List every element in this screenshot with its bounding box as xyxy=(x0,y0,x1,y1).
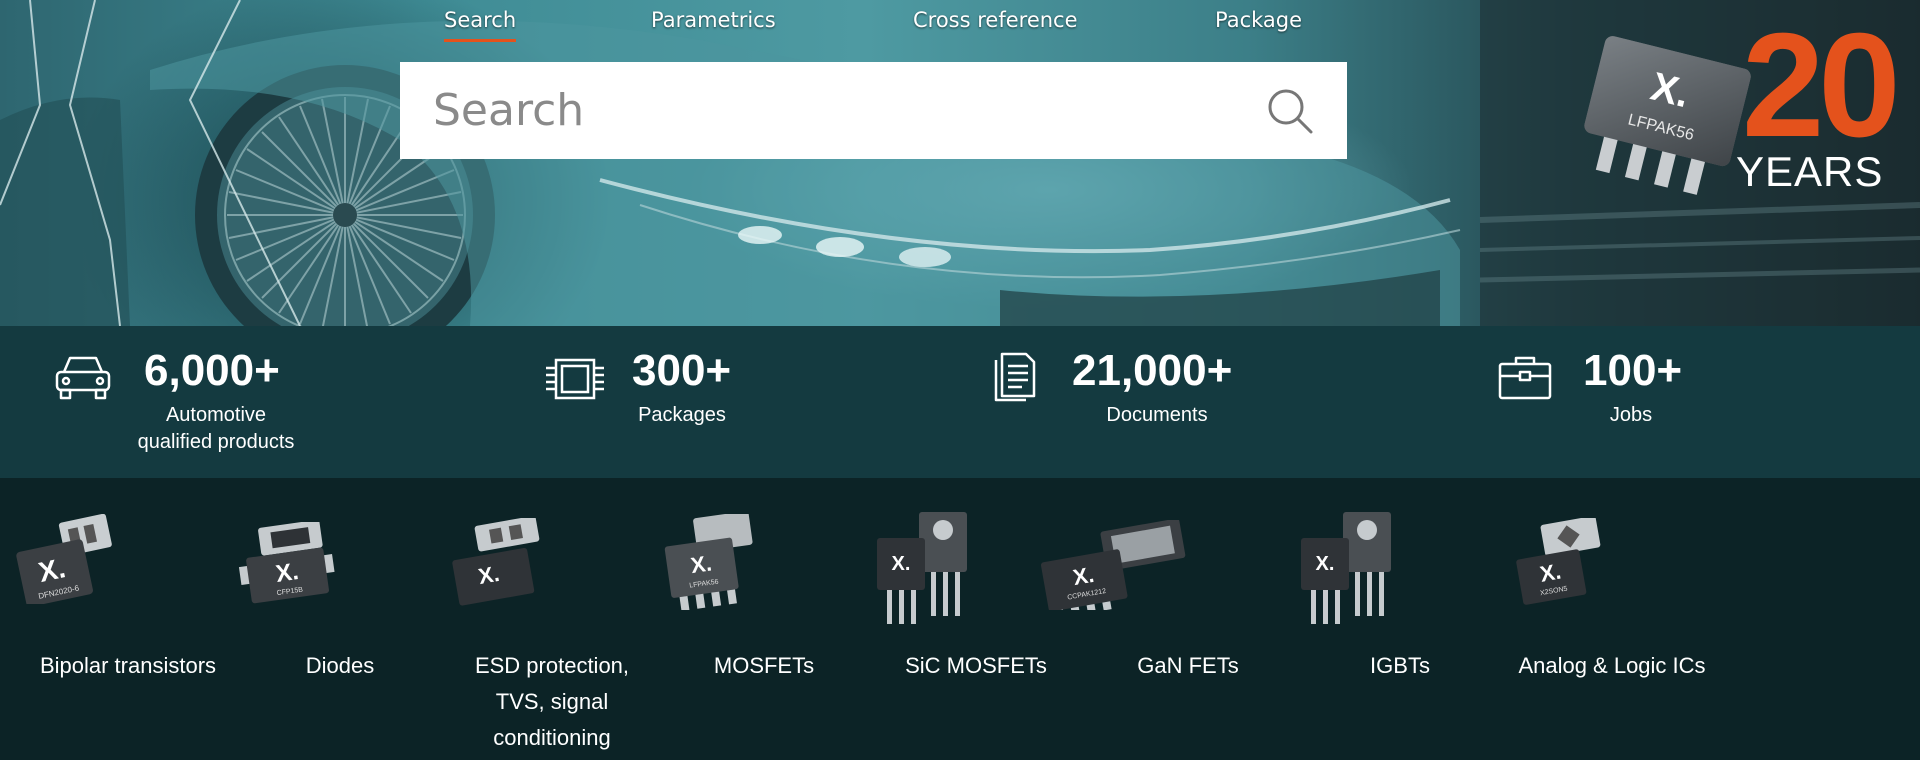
category-analog-logic-ics[interactable]: X. X2SON5 Analog & Logic ICs xyxy=(1512,478,1712,760)
category-label: Diodes xyxy=(230,648,450,684)
svg-text:X.: X. xyxy=(1071,562,1096,590)
stat-jobs-value: 100+ xyxy=(1583,346,1683,395)
category-label: IGBTs xyxy=(1290,648,1510,684)
category-label-line: Analog & Logic ICs xyxy=(1518,653,1706,678)
diode-chip-icon: X. CFP15B xyxy=(238,522,335,604)
x2son-chip-icon: X. X2SON5 xyxy=(1516,518,1601,605)
category-label-line: SiC MOSFETs xyxy=(905,653,1047,678)
svg-text:X.: X. xyxy=(476,561,501,589)
svg-text:X.: X. xyxy=(1538,559,1563,587)
dfn-chip-icon: X. DFN2020-6 xyxy=(16,514,112,604)
category-label-line: Diodes xyxy=(305,653,375,678)
category-bipolar-transistors[interactable]: X. DFN2020-6 Bipolar transistors xyxy=(16,478,228,760)
category-label: Analog & Logic ICs xyxy=(1502,648,1722,684)
hero-banner: Search Parametrics Cross reference Packa… xyxy=(0,0,1920,326)
documents-icon xyxy=(994,352,1036,402)
chip-package-icon xyxy=(546,358,604,400)
search-icon[interactable] xyxy=(1265,86,1315,136)
stat-documents-value: 21,000+ xyxy=(1072,346,1233,395)
to247-chip-icon: X. xyxy=(877,512,967,624)
category-diodes[interactable]: X. CFP15B Diodes xyxy=(238,478,440,760)
tab-search[interactable]: Search xyxy=(444,8,517,42)
badge-years: YEARS xyxy=(1736,148,1884,195)
stat-jobs-label-line1: Jobs xyxy=(1609,404,1653,426)
search-box xyxy=(400,62,1347,159)
category-esd-protection[interactable]: X. ESD protection, TVS, signal condition… xyxy=(452,478,652,760)
stat-packages-label: Packages xyxy=(562,402,802,429)
svg-text:X.: X. xyxy=(689,550,713,578)
stat-jobs-label: Jobs xyxy=(1511,402,1751,429)
svg-text:X.: X. xyxy=(274,558,300,588)
stat-packages-value: 300+ xyxy=(632,346,732,395)
category-label: Bipolar transistors xyxy=(18,648,238,684)
category-label: ESD protection, TVS, signal conditioning xyxy=(442,648,662,756)
category-mosfets[interactable]: X. LFPAK56 MOSFETs xyxy=(664,478,864,760)
stat-automotive-label-line2: qualified products xyxy=(137,431,295,453)
category-label-line: MOSFETs xyxy=(713,653,815,678)
stat-automotive-label-line1: Automotive xyxy=(165,404,267,426)
category-label: SiC MOSFETs xyxy=(866,648,1086,684)
category-label-line: IGBTs xyxy=(1370,653,1430,678)
esd-chip-icon: X. xyxy=(452,518,540,606)
stat-automotive-label: Automotive qualified products xyxy=(96,402,336,456)
igbt-chip-icon: X. xyxy=(1301,512,1391,624)
svg-text:X.: X. xyxy=(1316,553,1335,575)
category-label-line: TVS, signal xyxy=(495,689,609,714)
category-gan-fets[interactable]: X. CCPAK1212 GaN FETs xyxy=(1040,478,1288,760)
category-label: GaN FETs xyxy=(1078,648,1298,684)
stats-bar: 6,000+ Automotive qualified products 300… xyxy=(0,326,1920,478)
briefcase-icon xyxy=(1498,356,1552,400)
tab-cross-reference[interactable]: Cross reference xyxy=(913,8,1078,42)
stat-packages-label-line1: Packages xyxy=(638,404,726,426)
tab-package[interactable]: Package xyxy=(1215,8,1302,42)
car-icon xyxy=(55,356,111,400)
category-label-line: conditioning xyxy=(493,725,611,750)
category-label-line: GaN FETs xyxy=(1137,653,1239,678)
stat-automotive-value: 6,000+ xyxy=(144,346,280,395)
category-label-line: ESD protection, xyxy=(474,653,630,678)
category-label-line: Bipolar transistors xyxy=(39,653,217,678)
svg-text:X.: X. xyxy=(892,553,911,575)
category-igbts[interactable]: X. IGBTs xyxy=(1300,478,1500,760)
stat-documents-label-line1: Documents xyxy=(1106,404,1208,426)
stat-documents-label: Documents xyxy=(1037,402,1277,429)
category-label: MOSFETs xyxy=(654,648,874,684)
badge-number: 20 xyxy=(1742,3,1901,168)
lfpak-chip-icon: X. LFPAK56 xyxy=(664,514,753,610)
ccpak-chip-icon: X. CCPAK1212 xyxy=(1040,520,1186,610)
tab-parametrics[interactable]: Parametrics xyxy=(651,8,776,42)
product-categories: X. DFN2020-6 Bipolar transistors X. CFP1… xyxy=(0,478,1920,760)
search-input[interactable] xyxy=(400,62,1280,159)
